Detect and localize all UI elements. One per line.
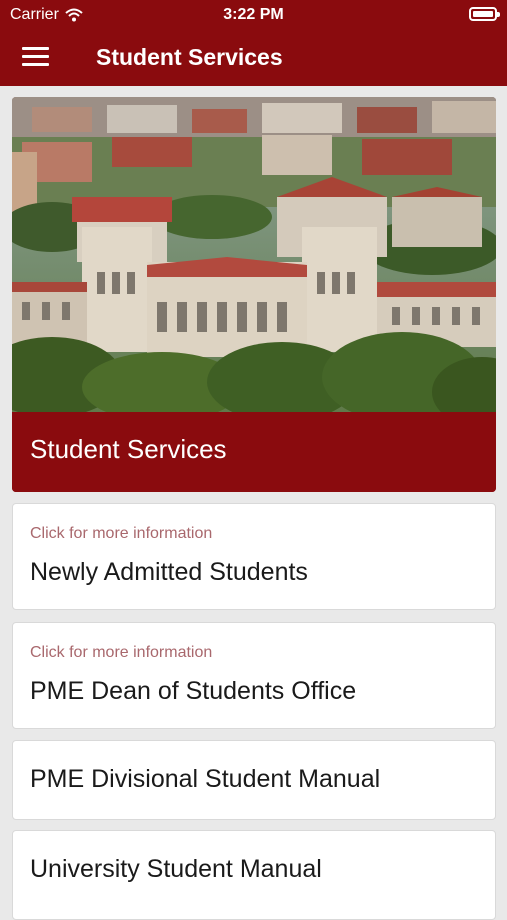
status-bar: Carrier 3:22 PM bbox=[0, 0, 507, 30]
card-hint: Click for more information bbox=[30, 644, 213, 661]
card-university-student-manual[interactable]: University Student Manual bbox=[12, 830, 496, 920]
campus-photo bbox=[12, 97, 496, 412]
card-newly-admitted-students[interactable]: Click for more information Newly Admitte… bbox=[12, 503, 496, 610]
hero-banner[interactable]: Student Services bbox=[12, 97, 496, 492]
card-pme-dean-of-students-office[interactable]: Click for more information PME Dean of S… bbox=[12, 622, 496, 729]
card-hint: Click for more information bbox=[30, 525, 213, 542]
card-pme-divisional-student-manual[interactable]: PME Divisional Student Manual bbox=[12, 740, 496, 820]
battery-icon bbox=[469, 7, 500, 21]
card-title: Newly Admitted Students bbox=[30, 558, 308, 586]
nav-title: Student Services bbox=[96, 44, 283, 70]
hero-caption: Student Services bbox=[12, 412, 496, 492]
card-title: PME Dean of Students Office bbox=[30, 677, 357, 705]
status-time: 3:22 PM bbox=[223, 6, 284, 23]
hero-title: Student Services bbox=[30, 434, 227, 464]
hamburger-menu-icon[interactable] bbox=[22, 47, 49, 69]
card-title: PME Divisional Student Manual bbox=[30, 765, 381, 793]
nav-bar: Student Services bbox=[0, 30, 507, 86]
card-title: University Student Manual bbox=[30, 855, 322, 883]
